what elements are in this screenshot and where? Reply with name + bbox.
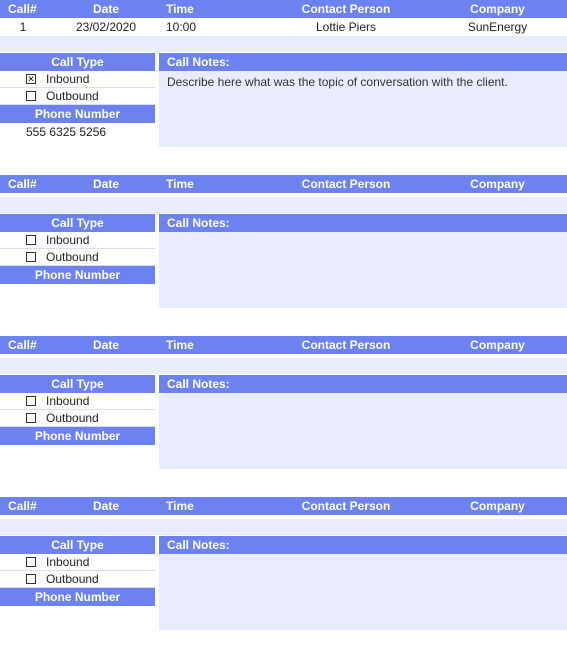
inbound-row[interactable]: Inbound bbox=[0, 554, 155, 571]
col-header-contact: Contact Person bbox=[256, 338, 436, 352]
col-header-contact: Contact Person bbox=[256, 2, 436, 16]
call-notes-header: Call Notes: bbox=[159, 214, 567, 232]
outbound-row[interactable]: Outbound bbox=[0, 88, 155, 105]
col-header-time: Time bbox=[166, 2, 256, 16]
inbound-checkbox[interactable] bbox=[26, 557, 36, 567]
call-notes-value[interactable] bbox=[159, 554, 567, 610]
call-type-header: Call Type bbox=[0, 214, 155, 232]
inbound-row[interactable]: Inbound bbox=[0, 232, 155, 249]
col-header-company: Company bbox=[436, 2, 567, 16]
phone-number-value[interactable] bbox=[0, 445, 155, 463]
outbound-row[interactable]: Outbound bbox=[0, 571, 155, 588]
record-right-panel: Call Notes: bbox=[159, 214, 567, 308]
phone-number-value[interactable]: 555 6325 5256 bbox=[0, 123, 155, 141]
inbound-label: Inbound bbox=[46, 233, 89, 247]
spacer-row bbox=[0, 197, 567, 213]
col-header-call: Call# bbox=[0, 338, 46, 352]
call-notes-value[interactable]: Describe here what was the topic of conv… bbox=[159, 71, 567, 127]
value-time[interactable]: 10:00 bbox=[166, 20, 256, 34]
call-type-header: Call Type bbox=[0, 53, 155, 71]
record-value-row: 123/02/202010:00Lottie PiersSunEnergy bbox=[0, 18, 567, 36]
record-body: Call TypeInboundOutboundPhone NumberCall… bbox=[0, 375, 567, 469]
record-right-panel: Call Notes: bbox=[159, 536, 567, 630]
outbound-label: Outbound bbox=[46, 89, 99, 103]
call-notes-header: Call Notes: bbox=[159, 53, 567, 71]
spacer-row bbox=[0, 519, 567, 535]
inbound-label: Inbound bbox=[46, 72, 89, 86]
outbound-label: Outbound bbox=[46, 411, 99, 425]
inbound-label: Inbound bbox=[46, 555, 89, 569]
phone-number-header: Phone Number bbox=[0, 588, 155, 606]
col-header-company: Company bbox=[436, 338, 567, 352]
value-contact[interactable]: Lottie Piers bbox=[256, 20, 436, 34]
inbound-checkbox[interactable] bbox=[26, 235, 36, 245]
call-record: Call#DateTimeContact PersonCompany Call T… bbox=[0, 497, 567, 630]
record-header-row: Call#DateTimeContact PersonCompany bbox=[0, 497, 567, 515]
record-right-panel: Call Notes: bbox=[159, 375, 567, 469]
spacer-row bbox=[0, 358, 567, 374]
outbound-checkbox[interactable] bbox=[26, 574, 36, 584]
col-header-call: Call# bbox=[0, 177, 46, 191]
inbound-label: Inbound bbox=[46, 394, 89, 408]
value-call[interactable]: 1 bbox=[0, 20, 46, 34]
record-body: Call TypeInboundOutboundPhone NumberCall… bbox=[0, 536, 567, 630]
outbound-label: Outbound bbox=[46, 572, 99, 586]
outbound-checkbox[interactable] bbox=[26, 252, 36, 262]
col-header-date: Date bbox=[46, 338, 166, 352]
col-header-call: Call# bbox=[0, 2, 46, 16]
call-record: Call#DateTimeContact PersonCompany Call T… bbox=[0, 336, 567, 469]
outbound-checkbox[interactable] bbox=[26, 413, 36, 423]
outbound-row[interactable]: Outbound bbox=[0, 410, 155, 427]
record-left-panel: Call TypeInbound Outbound Phone Number bbox=[0, 375, 155, 469]
outbound-checkbox[interactable] bbox=[26, 91, 36, 101]
call-notes-header: Call Notes: bbox=[159, 536, 567, 554]
record-body: Call TypeInboundOutboundPhone NumberCall… bbox=[0, 214, 567, 308]
phone-number-header: Phone Number bbox=[0, 427, 155, 445]
value-date[interactable]: 23/02/2020 bbox=[46, 20, 166, 34]
col-header-company: Company bbox=[436, 499, 567, 513]
record-header-row: Call#DateTimeContact PersonCompany bbox=[0, 175, 567, 193]
col-header-date: Date bbox=[46, 499, 166, 513]
col-header-contact: Contact Person bbox=[256, 499, 436, 513]
phone-number-header: Phone Number bbox=[0, 266, 155, 284]
col-header-time: Time bbox=[166, 338, 256, 352]
call-type-header: Call Type bbox=[0, 375, 155, 393]
record-header-row: Call#DateTimeContact PersonCompany bbox=[0, 0, 567, 18]
inbound-checkbox[interactable] bbox=[26, 74, 36, 84]
phone-number-value[interactable] bbox=[0, 284, 155, 302]
call-notes-header: Call Notes: bbox=[159, 375, 567, 393]
spacer-row bbox=[0, 36, 567, 52]
call-type-header: Call Type bbox=[0, 536, 155, 554]
outbound-label: Outbound bbox=[46, 250, 99, 264]
col-header-time: Time bbox=[166, 177, 256, 191]
record-left-panel: Call TypeInbound Outbound Phone Number555 … bbox=[0, 53, 155, 147]
phone-number-value[interactable] bbox=[0, 606, 155, 624]
col-header-contact: Contact Person bbox=[256, 177, 436, 191]
col-header-date: Date bbox=[46, 177, 166, 191]
record-right-panel: Call Notes:Describe here what was the to… bbox=[159, 53, 567, 147]
record-header-row: Call#DateTimeContact PersonCompany bbox=[0, 336, 567, 354]
inbound-checkbox[interactable] bbox=[26, 396, 36, 406]
col-header-time: Time bbox=[166, 499, 256, 513]
col-header-call: Call# bbox=[0, 499, 46, 513]
inbound-row[interactable]: Inbound bbox=[0, 71, 155, 88]
phone-number-header: Phone Number bbox=[0, 105, 155, 123]
inbound-row[interactable]: Inbound bbox=[0, 393, 155, 410]
call-notes-value[interactable] bbox=[159, 393, 567, 449]
call-record: Call#DateTimeContact PersonCompany123/02… bbox=[0, 0, 567, 147]
record-body: Call TypeInbound Outbound Phone Number555 … bbox=[0, 53, 567, 147]
value-company[interactable]: SunEnergy bbox=[436, 20, 567, 34]
call-notes-value[interactable] bbox=[159, 232, 567, 288]
record-left-panel: Call TypeInbound Outbound Phone Number bbox=[0, 214, 155, 308]
outbound-row[interactable]: Outbound bbox=[0, 249, 155, 266]
record-left-panel: Call TypeInbound Outbound Phone Number bbox=[0, 536, 155, 630]
col-header-date: Date bbox=[46, 2, 166, 16]
col-header-company: Company bbox=[436, 177, 567, 191]
call-record: Call#DateTimeContact PersonCompany Call T… bbox=[0, 175, 567, 308]
